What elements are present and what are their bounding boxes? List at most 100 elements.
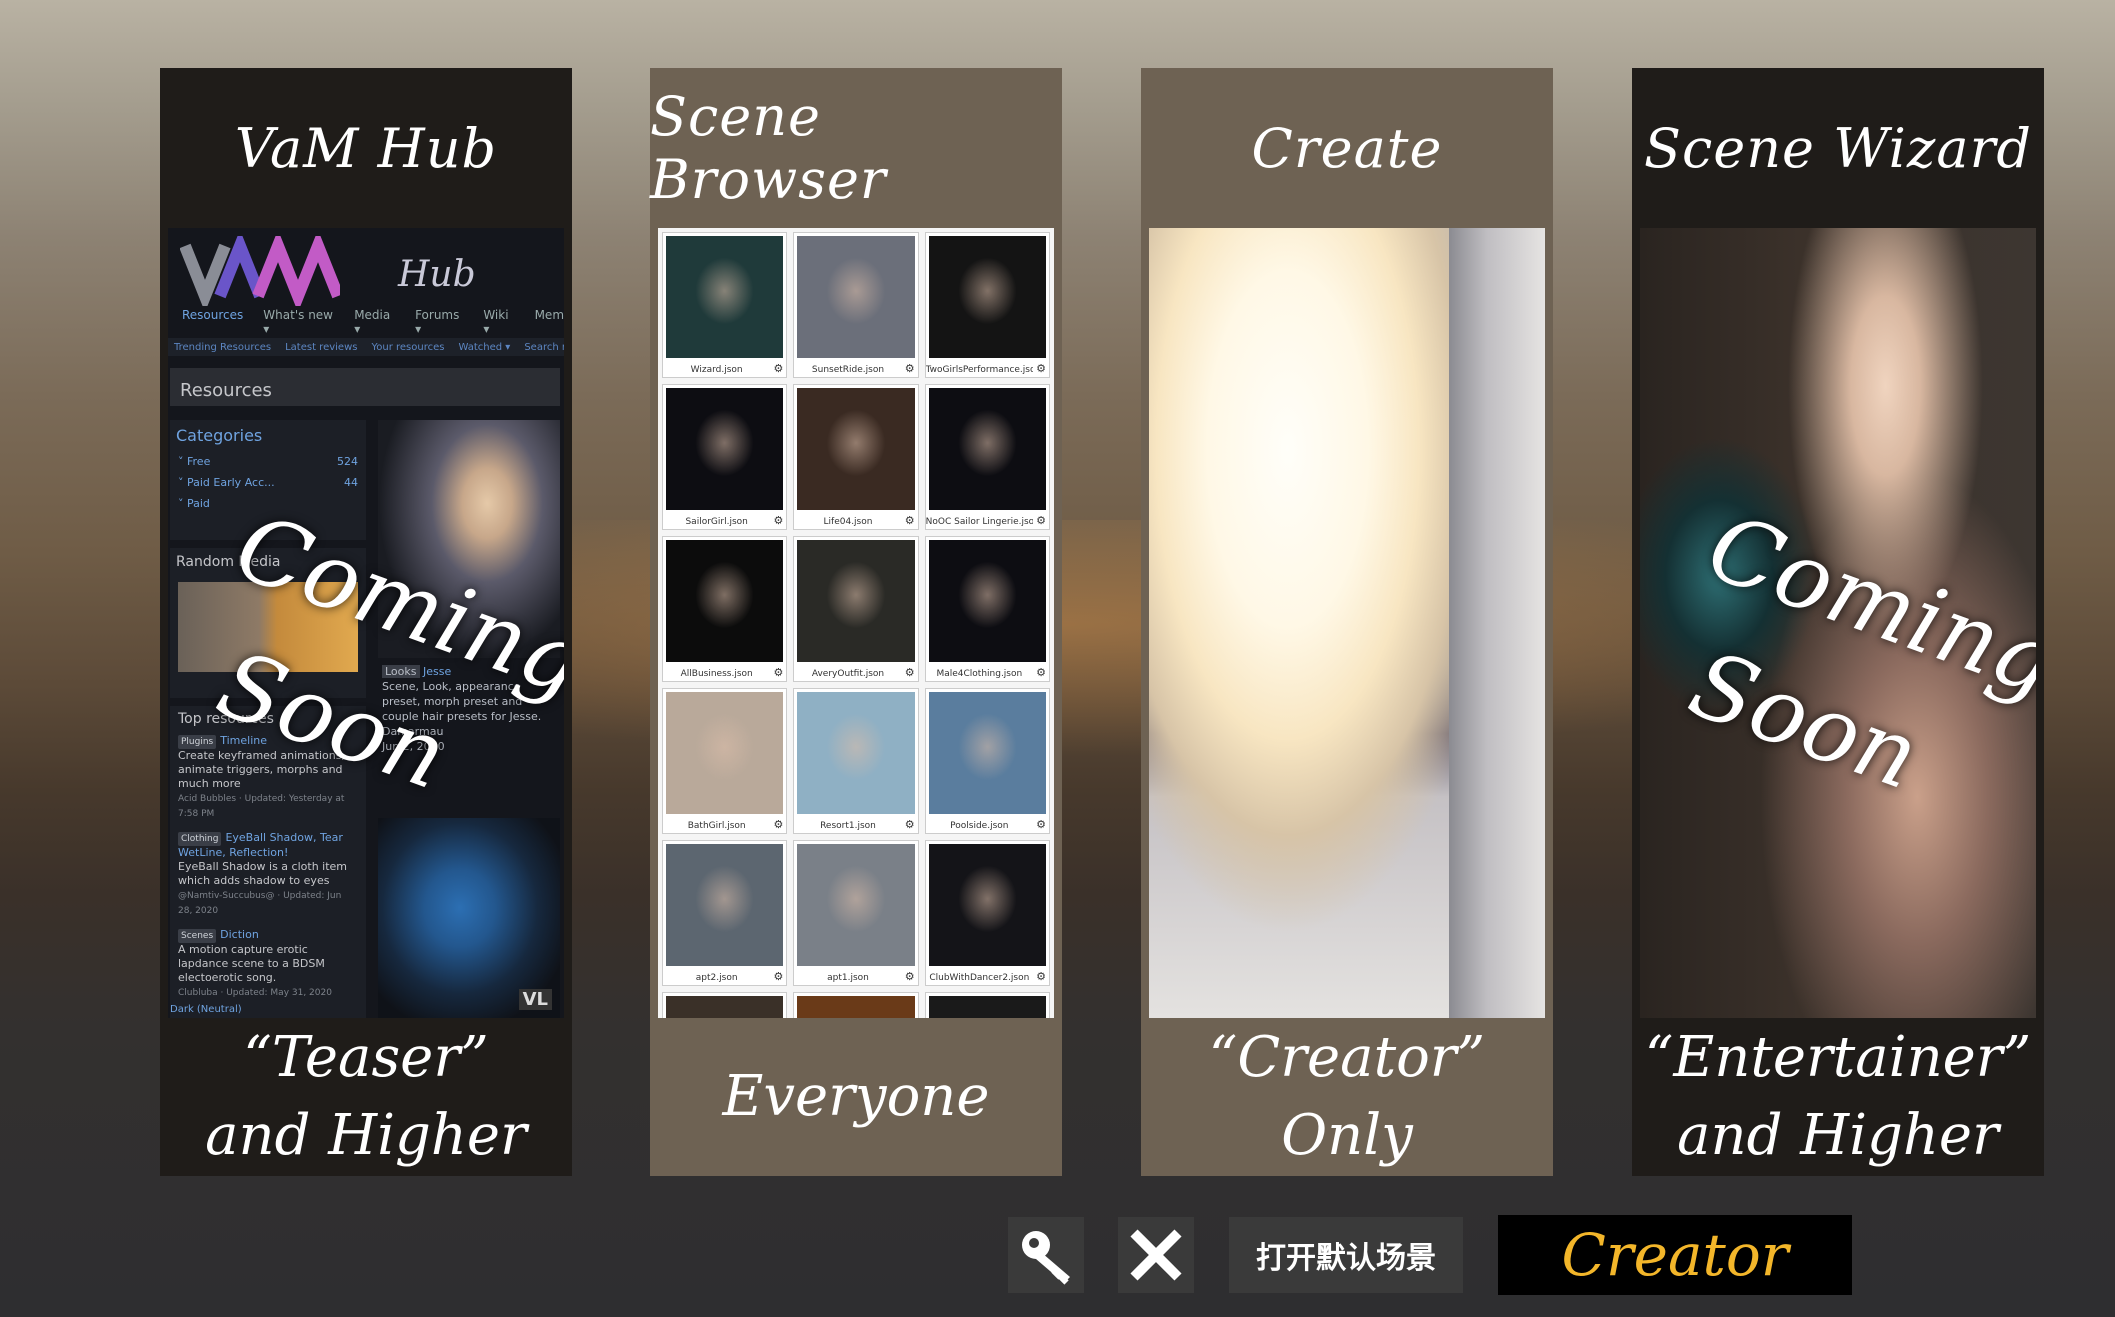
close-button[interactable] xyxy=(1118,1217,1194,1293)
panel-scene-wizard[interactable]: Scene Wizard Coming Soon “Entertainer” a… xyxy=(1632,68,2044,1176)
scene-filename: BathGirl.json xyxy=(687,821,746,831)
gear-icon[interactable]: ⚙ xyxy=(773,970,783,983)
hub-nav-item[interactable]: Media ▾ xyxy=(354,308,395,336)
scene-thumbnail[interactable]: NoOC Sailor Lingerie.json ⚙ xyxy=(924,384,1050,530)
scene-thumbnail[interactable] xyxy=(924,992,1050,1018)
hub-nav-item[interactable]: What's new ▾ xyxy=(263,308,334,336)
sunset-image xyxy=(1149,228,1545,1018)
scene-thumbnail[interactable]: SunsetRide.json ⚙ xyxy=(793,232,919,378)
scene-thumbnail-image xyxy=(666,692,784,814)
scene-thumbnail[interactable]: Poolside.json ⚙ xyxy=(924,688,1050,834)
gear-icon[interactable]: ⚙ xyxy=(1036,818,1046,831)
resource-name[interactable]: Timeline xyxy=(220,734,267,747)
gear-icon[interactable]: ⚙ xyxy=(773,818,783,831)
panel-title: VaM Hub xyxy=(234,116,498,180)
gear-icon[interactable]: ⚙ xyxy=(905,514,915,527)
hub-feature-text: Looks Jesse Scene, Look, appearance pres… xyxy=(382,664,562,754)
hub-subnav-item[interactable]: Your resources xyxy=(371,342,444,353)
top-resource-item[interactable]: Clothing EyeBall Shadow, Tear WetLine, Re… xyxy=(178,831,358,918)
random-media-heading: Random Media xyxy=(176,554,281,570)
gear-icon[interactable]: ⚙ xyxy=(905,970,915,983)
hub-subnav-item[interactable]: Watched ▾ xyxy=(458,342,510,353)
scene-thumbnail[interactable]: ClubWithDancer2.json ⚙ xyxy=(924,840,1050,986)
scene-thumbnail-image xyxy=(666,996,784,1018)
gear-icon[interactable]: ⚙ xyxy=(905,666,915,679)
scene-thumbnail[interactable]: AllBusiness.json ⚙ xyxy=(662,536,788,682)
top-resource-item[interactable]: Scenes Diction A motion capture erotic la… xyxy=(178,928,358,1000)
hub-nav-item[interactable]: Forums ▾ xyxy=(415,308,463,336)
hub-feature-image[interactable] xyxy=(378,420,560,658)
scene-thumbnail[interactable]: BathGirl.json ⚙ xyxy=(662,688,788,834)
gear-icon[interactable]: ⚙ xyxy=(905,818,915,831)
gear-icon[interactable]: ⚙ xyxy=(1036,666,1046,679)
category-count: 44 xyxy=(344,476,358,489)
scene-thumbnail[interactable]: Life04.json ⚙ xyxy=(793,384,919,530)
scene-thumbnail-image xyxy=(797,540,915,662)
hub-categories-heading: Categories xyxy=(176,426,263,445)
key-button[interactable] xyxy=(1008,1217,1084,1293)
scene-thumbnail-image xyxy=(797,844,915,966)
scene-thumbnail-image xyxy=(797,996,915,1018)
hub-category-row[interactable]: ˅ Free 524 xyxy=(170,451,366,472)
gear-icon[interactable]: ⚙ xyxy=(1036,970,1046,983)
hub-category-row[interactable]: ˅ Paid Early Acc... 44 xyxy=(170,472,366,493)
scene-thumbnail[interactable]: apt1.json ⚙ xyxy=(793,840,919,986)
scene-thumbnail[interactable] xyxy=(793,992,919,1018)
access-line-1: “Entertainer” xyxy=(1644,1025,2032,1090)
feature-author: Damarmau xyxy=(382,725,444,738)
gear-icon[interactable]: ⚙ xyxy=(905,362,915,375)
hub-nav-item[interactable]: Mem xyxy=(535,308,564,330)
panel-access-label: “Entertainer” and Higher xyxy=(1632,1018,2044,1176)
scene-thumbnail[interactable]: apt2.json ⚙ xyxy=(662,840,788,986)
access-line-1: “Creator” xyxy=(1208,1025,1486,1090)
access-line-1: Everyone xyxy=(722,1064,990,1129)
hub-random-media: Random Media xyxy=(170,548,366,698)
hub-subnav-item[interactable]: Search resources xyxy=(524,342,564,353)
scene-thumbnail[interactable]: TwoGirlsPerformance.json ⚙ xyxy=(924,232,1050,378)
scene-thumbnail[interactable] xyxy=(662,992,788,1018)
scene-thumbnail-image xyxy=(666,388,784,510)
hub-nav-item[interactable]: Resources xyxy=(182,308,243,330)
hub-category-row[interactable]: ˅ Paid xyxy=(170,493,366,514)
scene-thumbnail-image xyxy=(928,540,1046,662)
vl-badge: VL xyxy=(518,989,552,1010)
key-icon xyxy=(1022,1231,1070,1285)
scene-thumbnail-image xyxy=(928,996,1046,1018)
scene-filename: ClubWithDancer2.json xyxy=(929,973,1030,983)
scene-thumbnail[interactable]: Wizard.json ⚙ xyxy=(662,232,788,378)
scene-filename: SailorGirl.json xyxy=(685,517,748,527)
panel-vam-hub[interactable]: VaM Hub Hub Resources What's new ▾ Media… xyxy=(160,68,572,1176)
panel-scene-browser[interactable]: Scene Browser Wizard.json ⚙ SunsetRide.jso… xyxy=(650,68,1062,1176)
scene-thumbnail[interactable]: Resort1.json ⚙ xyxy=(793,688,919,834)
random-media-image[interactable] xyxy=(178,582,358,672)
panel-create[interactable]: Create “Creator” Only xyxy=(1141,68,1553,1176)
scene-thumbnail[interactable]: SailorGirl.json ⚙ xyxy=(662,384,788,530)
scene-thumbnail-image xyxy=(928,844,1046,966)
feature-name[interactable]: Jesse xyxy=(423,665,451,678)
gear-icon[interactable]: ⚙ xyxy=(773,514,783,527)
scene-thumbnail-image xyxy=(666,236,784,358)
gear-icon[interactable]: ⚙ xyxy=(1036,514,1046,527)
scene-thumbnail-image xyxy=(928,388,1046,510)
scene-filename: Male4Clothing.json xyxy=(936,669,1023,679)
resource-desc: Create keyframed animations, animate tri… xyxy=(178,749,345,790)
hub-subnav-item[interactable]: Latest reviews xyxy=(285,342,357,353)
panel-access-label: Everyone xyxy=(650,1018,1062,1176)
category-name: ˅ Paid Early Acc... xyxy=(178,476,275,489)
hub-theme-label[interactable]: Dark (Neutral) xyxy=(170,1004,242,1015)
resource-name[interactable]: Diction xyxy=(220,928,259,941)
resource-meta: Clubluba · Updated: May 31, 2020 xyxy=(178,988,332,998)
hub-subnav-item[interactable]: Trending Resources xyxy=(174,342,271,353)
gear-icon[interactable]: ⚙ xyxy=(773,362,783,375)
create-preview xyxy=(1149,228,1545,1018)
feature-date: Jun 2, 2020 xyxy=(382,740,445,753)
scene-thumbnail[interactable]: Male4Clothing.json ⚙ xyxy=(924,536,1050,682)
hub-media-image[interactable]: VL xyxy=(378,818,560,1018)
hub-nav-item[interactable]: Wiki ▾ xyxy=(483,308,514,336)
open-default-scene-button[interactable]: 打开默认场景 xyxy=(1229,1217,1463,1293)
top-resource-item[interactable]: Plugins Timeline Create keyframed animati… xyxy=(178,734,358,821)
gear-icon[interactable]: ⚙ xyxy=(773,666,783,679)
gear-icon[interactable]: ⚙ xyxy=(1036,362,1046,375)
hub-top-resources: Top resources Plugins Timeline Create key… xyxy=(170,706,366,1018)
scene-thumbnail[interactable]: AveryOutfit.json ⚙ xyxy=(793,536,919,682)
